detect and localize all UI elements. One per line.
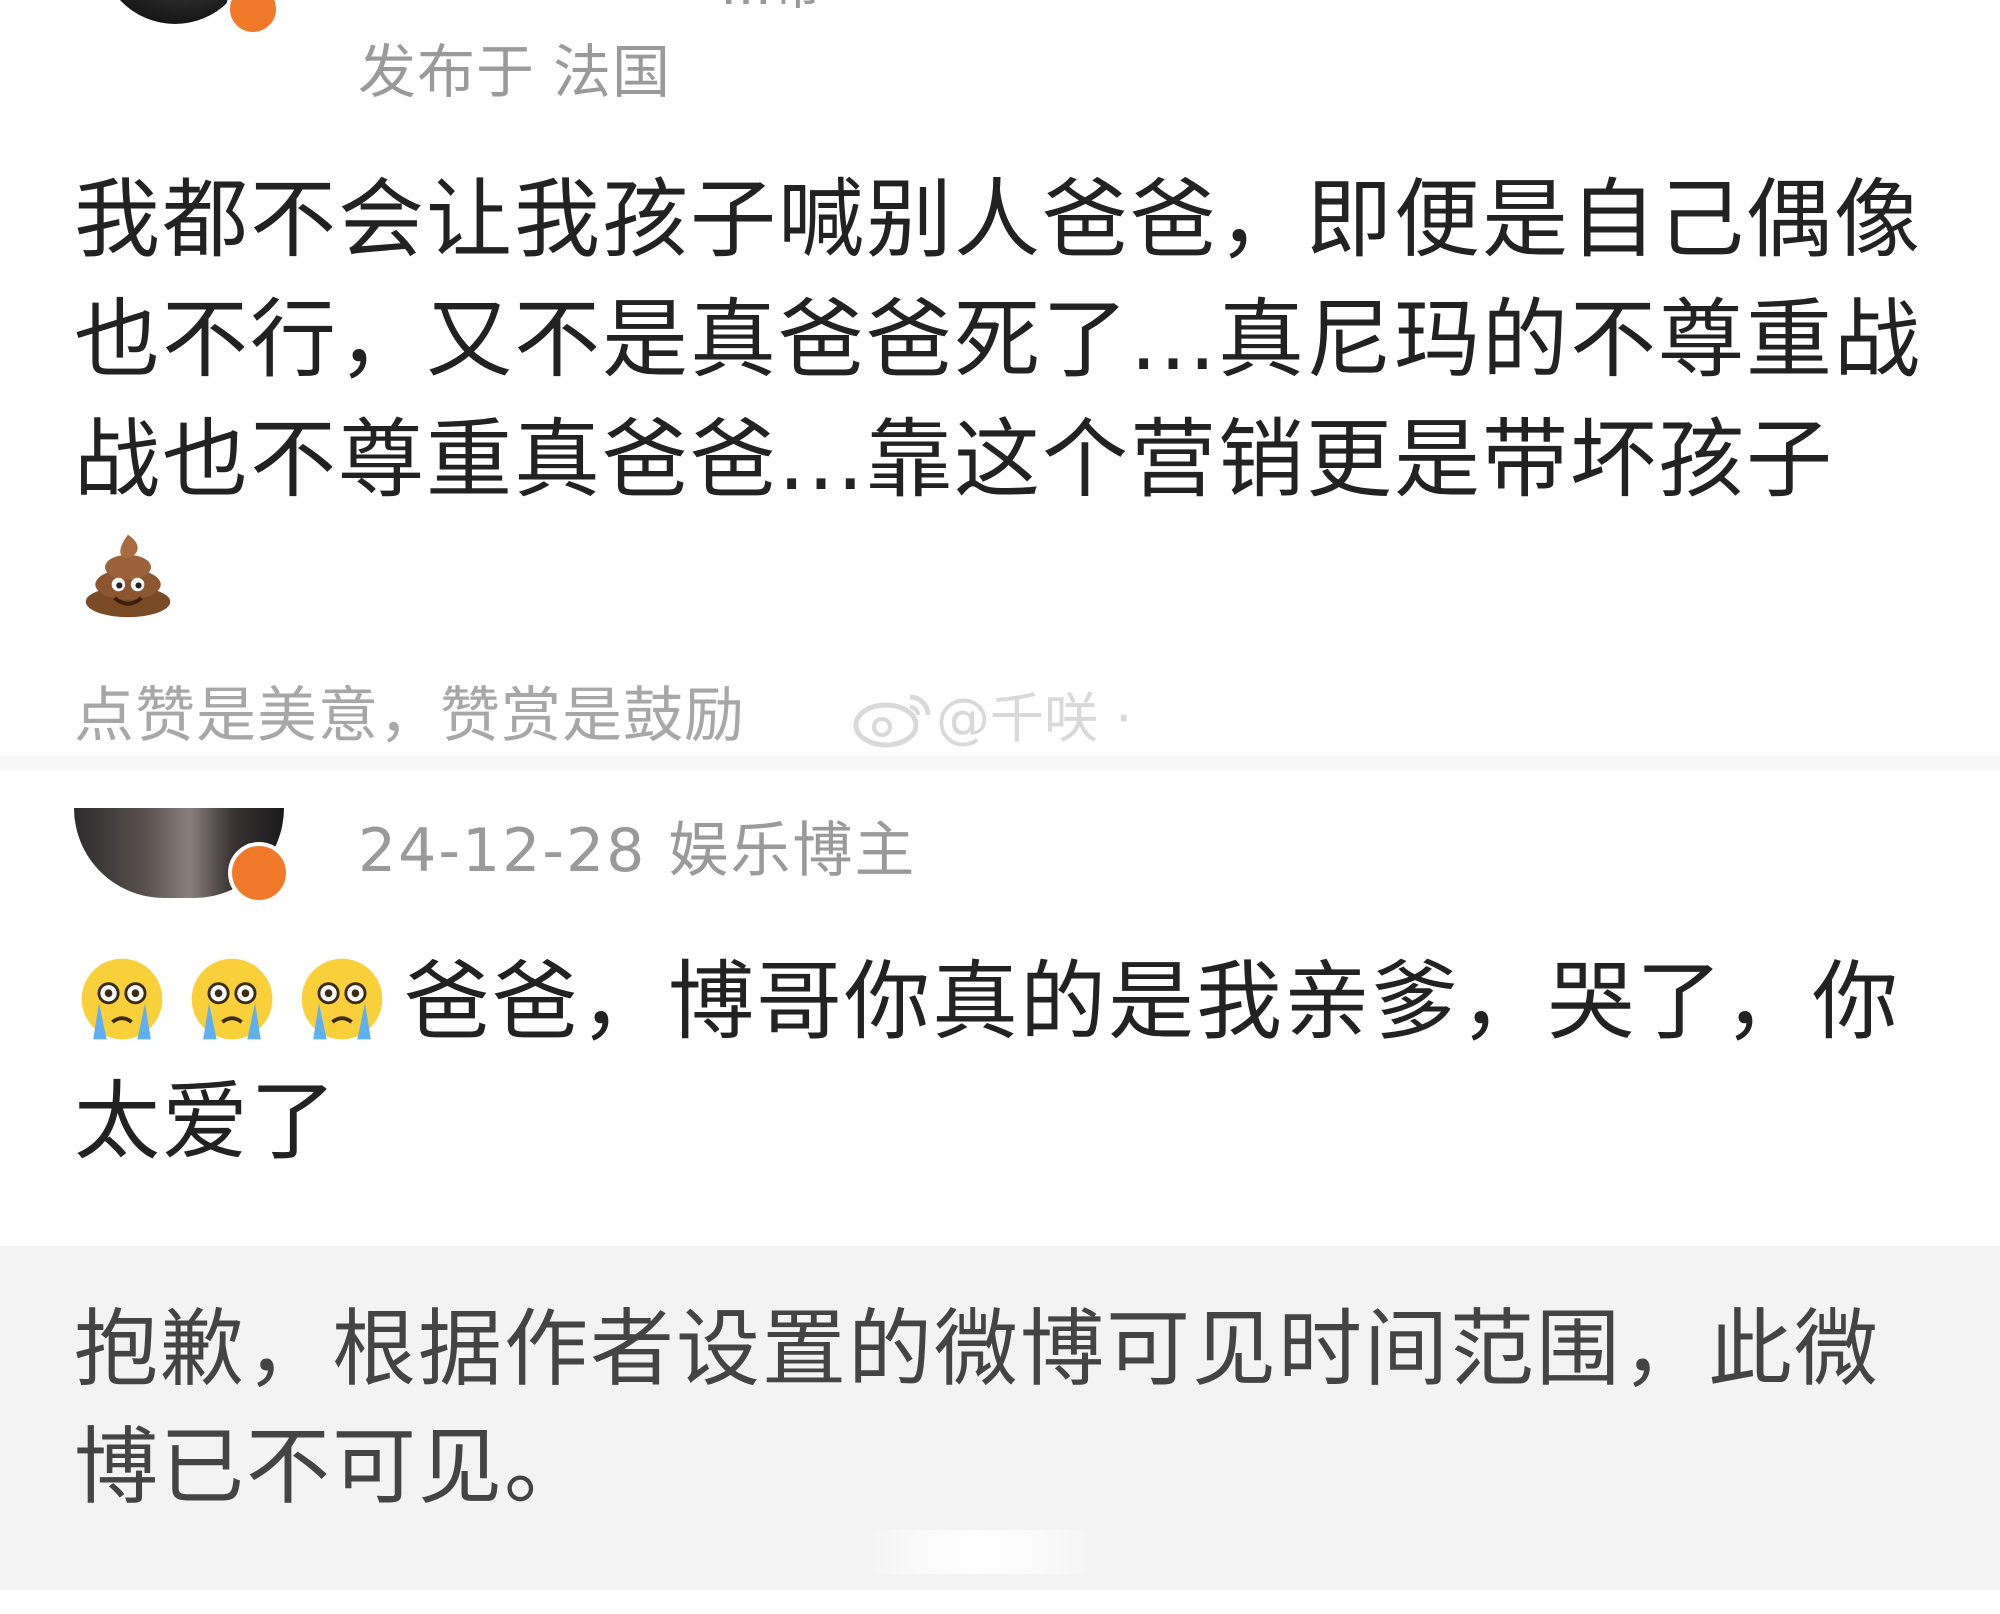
post-text-content: 我都不会让我孩子喊别人爸爸，即便是自己偶像也不行，又不是真爸爸死了...真尼玛的…: [74, 170, 1923, 510]
user-role: 娱乐博主: [668, 816, 917, 886]
unavailable-notice: 抱歉，根据作者设置的微博可见时间范围，此微博已不可见。: [74, 1300, 1881, 1516]
post-text: 爸爸，博哥你真的是我亲爹，哭了，你太爱了: [74, 942, 1934, 1182]
blurred-bottom-element: [860, 1530, 1100, 1574]
post-meta: 发布于 法国: [358, 40, 671, 104]
username-fragment[interactable]: …帝: [720, 0, 950, 8]
location-label: 法国: [553, 38, 672, 106]
watermark: @千咲 ·: [852, 686, 1132, 752]
poop-icon: [85, 534, 171, 618]
watermark-handle: @千咲: [936, 687, 1098, 750]
post-text: 我都不会让我孩子喊别人爸爸，即便是自己偶像也不行，又不是真爸爸死了...真尼玛的…: [74, 160, 1934, 640]
watermark-dot: ·: [1098, 687, 1133, 750]
verified-badge-icon: [228, 842, 290, 904]
crying-face-icon: [81, 958, 163, 1040]
published-label: 发布于: [358, 38, 536, 106]
divider: [0, 756, 2000, 770]
reward-prompt: 点赞是美意，赞赏是鼓励: [74, 681, 745, 751]
post-date: 24-12-28: [358, 816, 647, 886]
crying-face-icon: [191, 958, 273, 1040]
crying-face-icon: [301, 958, 383, 1040]
verified-badge-icon: [226, 0, 280, 36]
weibo-logo-icon: [853, 694, 931, 748]
weibo-comment-screenshot: …帝 发布于法国 我都不会让我孩子喊别人爸爸，即便是自己偶像也不行，又不是真爸爸…: [0, 0, 2000, 1614]
post-meta: 24-12-28 娱乐博主: [358, 818, 916, 884]
